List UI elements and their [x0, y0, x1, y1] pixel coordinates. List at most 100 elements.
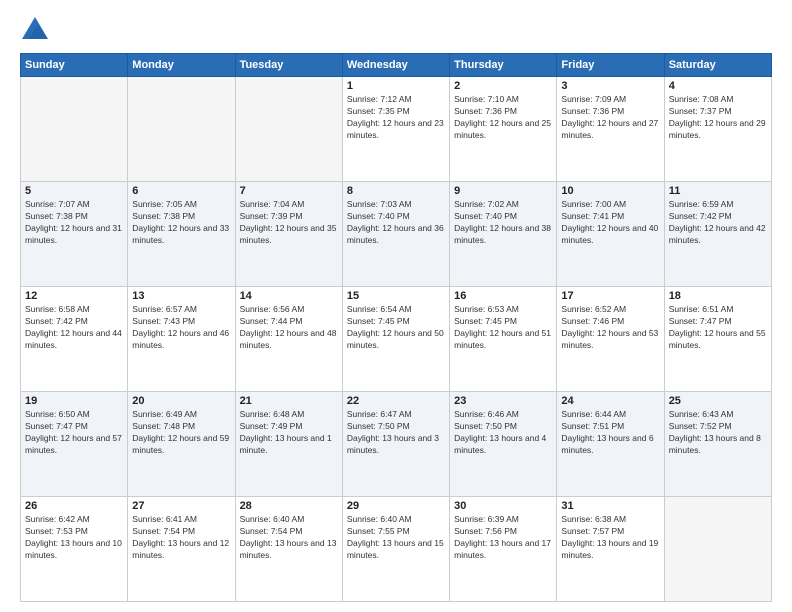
day-info: Sunrise: 6:41 AMSunset: 7:54 PMDaylight:… [132, 514, 230, 562]
day-info: Sunrise: 7:02 AMSunset: 7:40 PMDaylight:… [454, 199, 552, 247]
day-number: 16 [454, 290, 552, 302]
day-number: 25 [669, 395, 767, 407]
calendar-day-cell: 18 Sunrise: 6:51 AMSunset: 7:47 PMDayligh… [664, 287, 771, 392]
day-info: Sunrise: 6:46 AMSunset: 7:50 PMDaylight:… [454, 409, 552, 457]
day-info: Sunrise: 6:59 AMSunset: 7:42 PMDaylight:… [669, 199, 767, 247]
day-number: 15 [347, 290, 445, 302]
day-info: Sunrise: 6:40 AMSunset: 7:55 PMDaylight:… [347, 514, 445, 562]
calendar-day-cell: 5Sunrise: 7:07 AMSunset: 7:38 PMDaylight… [21, 182, 128, 287]
day-number: 28 [240, 500, 338, 512]
day-number: 11 [669, 185, 767, 197]
calendar-week-row: 26 Sunrise: 6:42 AMSunset: 7:53 PMDayligh… [21, 497, 772, 602]
day-info: Sunrise: 6:51 AMSunset: 7:47 PMDaylight:… [669, 304, 767, 352]
day-number: 21 [240, 395, 338, 407]
day-number: 9 [454, 185, 552, 197]
day-info: Sunrise: 7:05 AMSunset: 7:38 PMDaylight:… [132, 199, 230, 247]
logo [20, 15, 54, 45]
calendar-day-cell [235, 77, 342, 182]
day-info: Sunrise: 6:50 AMSunset: 7:47 PMDaylight:… [25, 409, 123, 457]
day-number: 23 [454, 395, 552, 407]
calendar-day-cell [128, 77, 235, 182]
weekday-header: Sunday [21, 54, 128, 77]
day-info: Sunrise: 6:52 AMSunset: 7:46 PMDaylight:… [561, 304, 659, 352]
page: SundayMondayTuesdayWednesdayThursdayFrid… [0, 0, 792, 612]
calendar-table: SundayMondayTuesdayWednesdayThursdayFrid… [20, 53, 772, 602]
calendar-day-cell: 11 Sunrise: 6:59 AMSunset: 7:42 PMDayligh… [664, 182, 771, 287]
day-number: 5 [25, 185, 123, 197]
calendar-day-cell: 20 Sunrise: 6:49 AMSunset: 7:48 PMDayligh… [128, 392, 235, 497]
day-number: 10 [561, 185, 659, 197]
day-number: 17 [561, 290, 659, 302]
calendar-week-row: 1 Sunrise: 7:12 AMSunset: 7:35 PMDaylight… [21, 77, 772, 182]
day-number: 27 [132, 500, 230, 512]
day-number: 18 [669, 290, 767, 302]
calendar-day-cell: 15 Sunrise: 6:54 AMSunset: 7:45 PMDayligh… [342, 287, 449, 392]
calendar-day-cell: 25 Sunrise: 6:43 AMSunset: 7:52 PMDayligh… [664, 392, 771, 497]
calendar-week-row: 12 Sunrise: 6:58 AMSunset: 7:42 PMDayligh… [21, 287, 772, 392]
day-number: 3 [561, 80, 659, 92]
calendar-day-cell: 17 Sunrise: 6:52 AMSunset: 7:46 PMDayligh… [557, 287, 664, 392]
day-number: 24 [561, 395, 659, 407]
day-info: Sunrise: 6:56 AMSunset: 7:44 PMDaylight:… [240, 304, 338, 352]
day-info: Sunrise: 7:03 AMSunset: 7:40 PMDaylight:… [347, 199, 445, 247]
day-info: Sunrise: 7:04 AMSunset: 7:39 PMDaylight:… [240, 199, 338, 247]
day-info: Sunrise: 6:49 AMSunset: 7:48 PMDaylight:… [132, 409, 230, 457]
day-number: 8 [347, 185, 445, 197]
calendar-day-cell: 16 Sunrise: 6:53 AMSunset: 7:45 PMDayligh… [450, 287, 557, 392]
calendar-day-cell [664, 497, 771, 602]
day-number: 7 [240, 185, 338, 197]
calendar-day-cell: 22 Sunrise: 6:47 AMSunset: 7:50 PMDayligh… [342, 392, 449, 497]
day-number: 2 [454, 80, 552, 92]
logo-icon [20, 15, 50, 45]
day-info: Sunrise: 7:08 AMSunset: 7:37 PMDaylight:… [669, 94, 767, 142]
day-info: Sunrise: 6:58 AMSunset: 7:42 PMDaylight:… [25, 304, 123, 352]
calendar-day-cell: 4Sunrise: 7:08 AMSunset: 7:37 PMDaylight… [664, 77, 771, 182]
calendar-day-cell: 23 Sunrise: 6:46 AMSunset: 7:50 PMDayligh… [450, 392, 557, 497]
day-number: 30 [454, 500, 552, 512]
weekday-header: Friday [557, 54, 664, 77]
day-info: Sunrise: 6:40 AMSunset: 7:54 PMDaylight:… [240, 514, 338, 562]
day-info: Sunrise: 6:48 AMSunset: 7:49 PMDaylight:… [240, 409, 338, 457]
day-info: Sunrise: 7:09 AMSunset: 7:36 PMDaylight:… [561, 94, 659, 142]
day-number: 20 [132, 395, 230, 407]
weekday-header-row: SundayMondayTuesdayWednesdayThursdayFrid… [21, 54, 772, 77]
day-info: Sunrise: 7:12 AMSunset: 7:35 PMDaylight:… [347, 94, 445, 142]
day-info: Sunrise: 6:57 AMSunset: 7:43 PMDaylight:… [132, 304, 230, 352]
day-number: 12 [25, 290, 123, 302]
calendar-day-cell: 12 Sunrise: 6:58 AMSunset: 7:42 PMDayligh… [21, 287, 128, 392]
day-info: Sunrise: 6:42 AMSunset: 7:53 PMDaylight:… [25, 514, 123, 562]
day-number: 31 [561, 500, 659, 512]
day-info: Sunrise: 6:38 AMSunset: 7:57 PMDaylight:… [561, 514, 659, 562]
day-number: 22 [347, 395, 445, 407]
weekday-header: Wednesday [342, 54, 449, 77]
calendar-day-cell [21, 77, 128, 182]
weekday-header: Monday [128, 54, 235, 77]
calendar-day-cell: 26 Sunrise: 6:42 AMSunset: 7:53 PMDayligh… [21, 497, 128, 602]
calendar-day-cell: 27 Sunrise: 6:41 AMSunset: 7:54 PMDayligh… [128, 497, 235, 602]
calendar-week-row: 5Sunrise: 7:07 AMSunset: 7:38 PMDaylight… [21, 182, 772, 287]
calendar-day-cell: 30 Sunrise: 6:39 AMSunset: 7:56 PMDayligh… [450, 497, 557, 602]
calendar-day-cell: 29Sunrise: 6:40 AMSunset: 7:55 PMDayligh… [342, 497, 449, 602]
day-number: 13 [132, 290, 230, 302]
calendar-day-cell: 6 Sunrise: 7:05 AMSunset: 7:38 PMDaylight… [128, 182, 235, 287]
day-info: Sunrise: 6:43 AMSunset: 7:52 PMDaylight:… [669, 409, 767, 457]
calendar-day-cell: 3 Sunrise: 7:09 AMSunset: 7:36 PMDaylight… [557, 77, 664, 182]
day-info: Sunrise: 6:54 AMSunset: 7:45 PMDaylight:… [347, 304, 445, 352]
weekday-header: Thursday [450, 54, 557, 77]
day-number: 6 [132, 185, 230, 197]
day-number: 19 [25, 395, 123, 407]
day-info: Sunrise: 6:39 AMSunset: 7:56 PMDaylight:… [454, 514, 552, 562]
day-number: 26 [25, 500, 123, 512]
calendar-week-row: 19 Sunrise: 6:50 AMSunset: 7:47 PMDayligh… [21, 392, 772, 497]
calendar-day-cell: 8 Sunrise: 7:03 AMSunset: 7:40 PMDaylight… [342, 182, 449, 287]
day-info: Sunrise: 6:47 AMSunset: 7:50 PMDaylight:… [347, 409, 445, 457]
weekday-header: Saturday [664, 54, 771, 77]
calendar-day-cell: 19 Sunrise: 6:50 AMSunset: 7:47 PMDayligh… [21, 392, 128, 497]
day-number: 1 [347, 80, 445, 92]
calendar-day-cell: 10Sunrise: 7:00 AMSunset: 7:41 PMDayligh… [557, 182, 664, 287]
calendar-day-cell: 21 Sunrise: 6:48 AMSunset: 7:49 PMDayligh… [235, 392, 342, 497]
calendar-day-cell: 1 Sunrise: 7:12 AMSunset: 7:35 PMDaylight… [342, 77, 449, 182]
calendar-day-cell: 24Sunrise: 6:44 AMSunset: 7:51 PMDayligh… [557, 392, 664, 497]
day-info: Sunrise: 6:53 AMSunset: 7:45 PMDaylight:… [454, 304, 552, 352]
calendar-day-cell: 14Sunrise: 6:56 AMSunset: 7:44 PMDayligh… [235, 287, 342, 392]
